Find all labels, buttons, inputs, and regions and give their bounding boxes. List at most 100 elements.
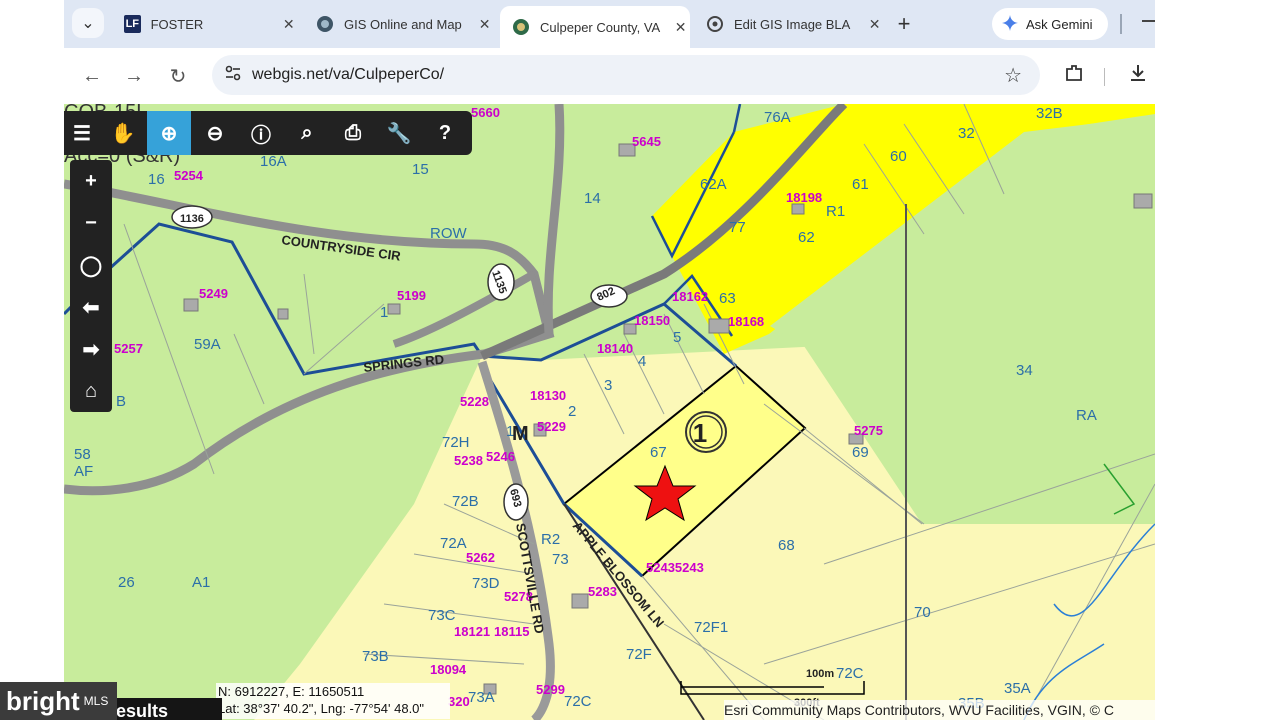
next-extent-button[interactable]: ➡ [70, 328, 112, 370]
tab-title: Edit GIS Image BLA [734, 16, 851, 32]
lot-label: 72H [442, 434, 470, 451]
parcel-map[interactable]: 5660 5645 5254 18198 5249 5199 18162 181… [64, 104, 1155, 720]
print-button[interactable]: ⎙ [331, 111, 375, 155]
lot-label: 68 [778, 537, 795, 554]
watermark-logo-text: bright [6, 685, 80, 716]
info-icon: ⓘ [251, 124, 271, 147]
lot-label: 59A [194, 336, 221, 353]
lot-label: 72C [836, 665, 864, 682]
lot-label: A1 [192, 574, 210, 591]
address-label: 5645 [632, 134, 661, 149]
tab-edit-gis-image[interactable]: Edit GIS Image BLA ✕ [694, 8, 884, 40]
map-viewport[interactable]: 5660 5645 5254 18198 5249 5199 18162 181… [64, 104, 1155, 720]
identify-button[interactable]: ⓘ [239, 111, 283, 155]
reload-button[interactable]: ↻ [164, 62, 192, 90]
address-label: 18162 [672, 289, 708, 304]
hand-icon: ✋ [110, 122, 136, 145]
previous-extent-button[interactable]: ⬅ [70, 286, 112, 328]
lot-label: B [116, 393, 126, 410]
lot-label: 16 [148, 171, 165, 188]
search-icon: ⌕ [301, 121, 313, 144]
address-label: 5299 [536, 682, 565, 697]
site-info-icon[interactable] [224, 64, 242, 87]
full-extent-button[interactable]: ◯ [70, 244, 112, 286]
address-label: 52435243 [646, 560, 704, 575]
address-label: 18115 [494, 624, 529, 639]
tab-culpeper-county[interactable]: Culpeper County, VA ✕ [500, 6, 690, 48]
lot-label: AF [74, 463, 93, 480]
results-panel-tab[interactable]: esults [104, 698, 222, 720]
address-label: 18121 [454, 624, 490, 639]
lot-label: 73B [362, 648, 389, 665]
zoom-out-button[interactable]: − [70, 202, 112, 244]
address-label: 5199 [397, 288, 426, 303]
watermark-mls-text: MLS [83, 694, 109, 708]
browser-window: ⌄ LF FOSTER ✕ GIS Online and Map ✕ Culpe… [64, 0, 1155, 720]
lot-label: 73C [428, 607, 456, 624]
toolbar-row: ← → ↻ webgis.net/va/CulpeperCo/ ☆ [64, 48, 1155, 104]
tab-title: Culpeper County, VA [540, 19, 661, 35]
lot-label: 72A [440, 535, 467, 552]
download-button[interactable] [1124, 62, 1152, 90]
address-label: 18130 [530, 388, 566, 403]
tab-search-button[interactable]: ⌄ [72, 8, 104, 38]
extensions-button[interactable] [1060, 62, 1088, 90]
download-icon [1128, 63, 1148, 89]
forward-button[interactable]: → [120, 62, 148, 90]
address-bar[interactable]: webgis.net/va/CulpeperCo/ ☆ [212, 55, 1040, 95]
toolbar-divider [1104, 68, 1105, 86]
close-icon[interactable]: ✕ [865, 16, 884, 33]
layers-menu-button[interactable]: ☰ [64, 111, 100, 155]
arrow-right-icon: ➡ [82, 338, 100, 361]
zoom-in-tool-button[interactable]: ⊕ [147, 111, 191, 155]
ask-gemini-button[interactable]: Ask Gemini [992, 8, 1108, 40]
zoom-in-button[interactable]: + [70, 160, 112, 202]
tab-gis-online[interactable]: GIS Online and Map ✕ [304, 8, 494, 40]
help-button[interactable]: ? [423, 111, 467, 155]
lot-label: RA [1076, 407, 1097, 424]
tab-separator [1120, 14, 1122, 34]
back-button[interactable]: ← [78, 62, 106, 90]
new-tab-button[interactable]: + [890, 10, 918, 38]
close-icon[interactable]: ✕ [280, 16, 298, 33]
address-label: 18094 [430, 662, 467, 677]
tab-foster[interactable]: LF FOSTER ✕ [112, 8, 298, 40]
openai-favicon-icon [706, 15, 724, 33]
search-button[interactable]: ⌕ [285, 111, 329, 155]
address-label: 5254 [174, 168, 204, 183]
minimize-icon[interactable] [1142, 20, 1155, 22]
close-icon[interactable]: ✕ [671, 19, 690, 36]
lot-label: 26 [118, 574, 135, 591]
lot-label: 5 [673, 329, 681, 346]
arrow-left-icon: ⬅ [82, 296, 100, 319]
address-label: 5275 [854, 423, 883, 438]
reload-icon: ↻ [169, 65, 187, 88]
question-icon: ? [438, 121, 452, 144]
lot-label: 72C [564, 693, 592, 710]
address-label: 5229 [537, 419, 566, 434]
lot-label: 69 [852, 444, 869, 461]
address-label: 5257 [114, 341, 143, 356]
address-label: 5228 [460, 394, 489, 409]
lot-label: 4 [638, 353, 646, 370]
lot-label: 72F [626, 646, 652, 663]
lot-label: 34 [1016, 362, 1033, 379]
scale-label: 100m [806, 668, 834, 680]
bookmark-star-icon[interactable]: ☆ [1004, 63, 1022, 88]
magnify-minus-icon: ⊖ [206, 122, 224, 145]
pan-button[interactable]: ✋ [101, 111, 145, 155]
zoom-out-tool-button[interactable]: ⊖ [193, 111, 237, 155]
home-button[interactable]: ⌂ [70, 370, 112, 412]
address-label: 18140 [597, 341, 633, 356]
close-icon[interactable]: ✕ [475, 16, 494, 33]
home-icon: ⌂ [84, 379, 98, 402]
magnify-plus-icon: ⊕ [160, 122, 178, 145]
tools-button[interactable]: 🔧 [377, 111, 421, 155]
lot-label: 62A [700, 176, 727, 193]
globe-icon: ◯ [79, 254, 103, 277]
lot-label: 70 [914, 604, 931, 621]
tab-bar: ⌄ LF FOSTER ✕ GIS Online and Map ✕ Culpe… [64, 0, 1155, 48]
map-navigation-panel: + − ◯ ⬅ ➡ ⌂ [70, 160, 112, 412]
minus-icon: − [85, 211, 97, 234]
lot-label: 72B [452, 493, 479, 510]
